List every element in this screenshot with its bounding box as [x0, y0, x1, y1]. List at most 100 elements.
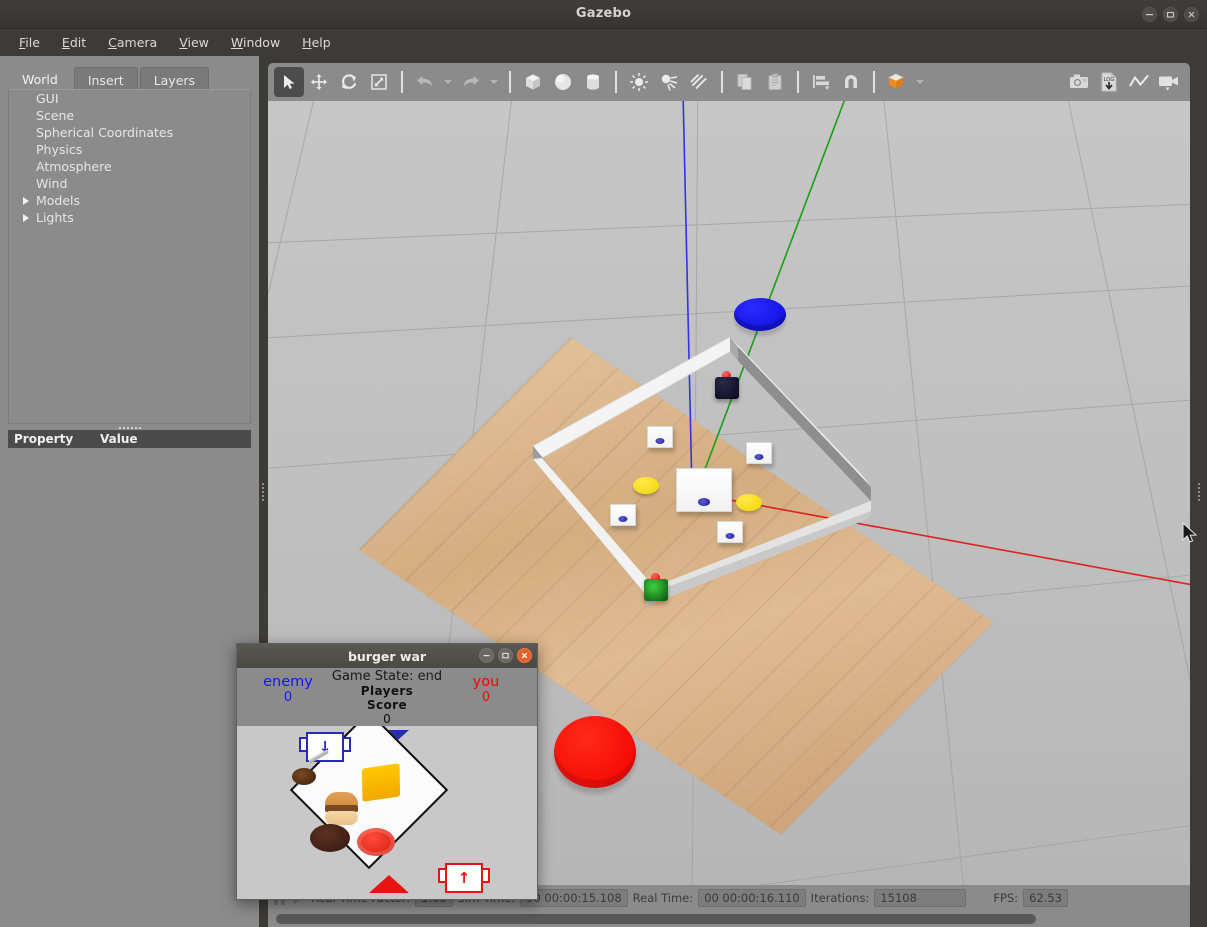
- tree-item-spherical-coordinates[interactable]: Spherical Coordinates: [9, 124, 250, 141]
- tree-item-lights[interactable]: Lights: [9, 209, 250, 226]
- chevron-right-icon[interactable]: [23, 214, 29, 222]
- real-time-label: Real Time:: [632, 891, 694, 905]
- column-header-value: Value: [100, 432, 138, 446]
- copy-button[interactable]: [730, 67, 760, 97]
- world-tree[interactable]: GUI Scene Spherical Coordinates Physics …: [8, 89, 251, 424]
- tree-item-models[interactable]: Models: [9, 192, 250, 209]
- rotate-mode-button[interactable]: [334, 67, 364, 97]
- view-angle-dropdown-caret-icon[interactable]: [916, 80, 924, 84]
- select-mode-button[interactable]: [274, 67, 304, 97]
- screenshot-button[interactable]: [1064, 67, 1094, 97]
- menu-help[interactable]: Help: [293, 32, 340, 53]
- tree-item-atmosphere[interactable]: Atmosphere: [9, 158, 250, 175]
- horizontal-scrollbar[interactable]: [268, 911, 1190, 927]
- you-name: you: [472, 674, 500, 690]
- gazebo-window: Gazebo File Edit Camera View Window Help…: [0, 0, 1207, 927]
- translate-mode-button[interactable]: [304, 67, 334, 97]
- align-button[interactable]: [806, 67, 836, 97]
- snap-button[interactable]: [836, 67, 866, 97]
- meat-patty-icon: [310, 824, 350, 852]
- menu-file[interactable]: File: [10, 32, 49, 53]
- hamburger-icon: [325, 792, 358, 826]
- window-titlebar: Gazebo: [0, 0, 1207, 29]
- insert-box-button[interactable]: [518, 67, 548, 97]
- mouse-cursor: [1182, 522, 1198, 543]
- toolbar-separator: [797, 71, 799, 93]
- menu-edit[interactable]: Edit: [53, 32, 95, 53]
- right-splitter-handle[interactable]: [1190, 56, 1207, 927]
- ar-marker-cube[interactable]: [717, 521, 743, 543]
- cheese-slice-icon: [361, 763, 401, 802]
- close-button[interactable]: [517, 648, 532, 663]
- enemy-score: 0: [283, 690, 293, 705]
- tree-item-label: Physics: [36, 142, 83, 157]
- undo-button[interactable]: [410, 67, 440, 97]
- scale-mode-button[interactable]: [364, 67, 394, 97]
- menu-view[interactable]: View: [170, 32, 218, 53]
- blue-turtlebot[interactable]: [715, 371, 739, 399]
- tree-item-scene[interactable]: Scene: [9, 107, 250, 124]
- undo-dropdown-caret-icon[interactable]: [444, 80, 452, 84]
- robot-body: [715, 377, 739, 399]
- robot-body: [644, 579, 668, 601]
- menu-window[interactable]: Window: [222, 32, 289, 53]
- tree-item-label: Atmosphere: [36, 159, 112, 174]
- redo-button[interactable]: [456, 67, 486, 97]
- window-title: Gazebo: [575, 6, 632, 21]
- menu-help-label: elp: [311, 35, 331, 50]
- insert-sphere-button[interactable]: [548, 67, 578, 97]
- tree-item-label: Scene: [36, 108, 75, 123]
- plot-button[interactable]: [1124, 67, 1154, 97]
- ar-marker-cube[interactable]: [610, 504, 636, 526]
- menu-window-label: indow: [242, 35, 281, 50]
- toolbar-separator: [401, 71, 403, 93]
- column-header-property: Property: [14, 432, 74, 446]
- scrollbar-thumb[interactable]: [276, 914, 1036, 924]
- center-marker-block[interactable]: [676, 468, 732, 512]
- ar-marker-cube[interactable]: [647, 426, 673, 448]
- tree-item-wind[interactable]: Wind: [9, 175, 250, 192]
- burger-war-window-controls: [479, 648, 532, 663]
- property-table-body[interactable]: [8, 448, 251, 927]
- menu-camera[interactable]: Camera: [99, 32, 166, 53]
- left-panel: World Insert Layers GUI Scene Spherical …: [0, 56, 259, 927]
- splitter-dots-icon: [1197, 482, 1200, 501]
- yellow-puck[interactable]: [633, 477, 659, 494]
- log-button[interactable]: LOG: [1094, 67, 1124, 97]
- ar-marker-cube[interactable]: [746, 442, 772, 464]
- real-time-value: 00 00:00:16.110: [698, 889, 806, 907]
- burger-war-titlebar[interactable]: burger war: [237, 644, 537, 668]
- maximize-button[interactable]: [1163, 7, 1178, 22]
- menu-file-label: ile: [25, 35, 40, 50]
- property-table-header: Property Value: [8, 430, 251, 448]
- burger-war-dialog[interactable]: burger war Game State: end Players Score…: [236, 643, 538, 900]
- toolbar-separator: [615, 71, 617, 93]
- paste-button[interactable]: [760, 67, 790, 97]
- burger-war-board[interactable]: ↓ ↑: [237, 726, 537, 899]
- tree-item-gui[interactable]: GUI: [9, 90, 250, 107]
- redo-dropdown-caret-icon[interactable]: [490, 80, 498, 84]
- spot-light-button[interactable]: [654, 67, 684, 97]
- blue-marker-disc[interactable]: [734, 298, 786, 331]
- record-video-button[interactable]: [1154, 67, 1184, 97]
- menu-view-label: iew: [187, 35, 209, 50]
- iterations-label: Iterations:: [810, 891, 870, 905]
- point-light-button[interactable]: [624, 67, 654, 97]
- minimize-button[interactable]: [1142, 7, 1157, 22]
- tree-item-label: Lights: [36, 210, 74, 225]
- yellow-puck[interactable]: [736, 494, 762, 511]
- directional-light-button[interactable]: [684, 67, 714, 97]
- red-marker-disc[interactable]: [554, 716, 636, 788]
- view-angle-button[interactable]: [882, 67, 912, 97]
- tree-item-physics[interactable]: Physics: [9, 141, 250, 158]
- tree-item-label: GUI: [36, 91, 59, 106]
- window-controls: [1142, 7, 1199, 22]
- tree-item-label: Models: [36, 193, 81, 208]
- green-turtlebot[interactable]: [644, 573, 668, 601]
- chevron-right-icon[interactable]: [23, 197, 29, 205]
- maximize-button[interactable]: [498, 648, 513, 663]
- insert-cylinder-button[interactable]: [578, 67, 608, 97]
- menu-edit-label: dit: [69, 35, 87, 50]
- close-button[interactable]: [1184, 7, 1199, 22]
- minimize-button[interactable]: [479, 648, 494, 663]
